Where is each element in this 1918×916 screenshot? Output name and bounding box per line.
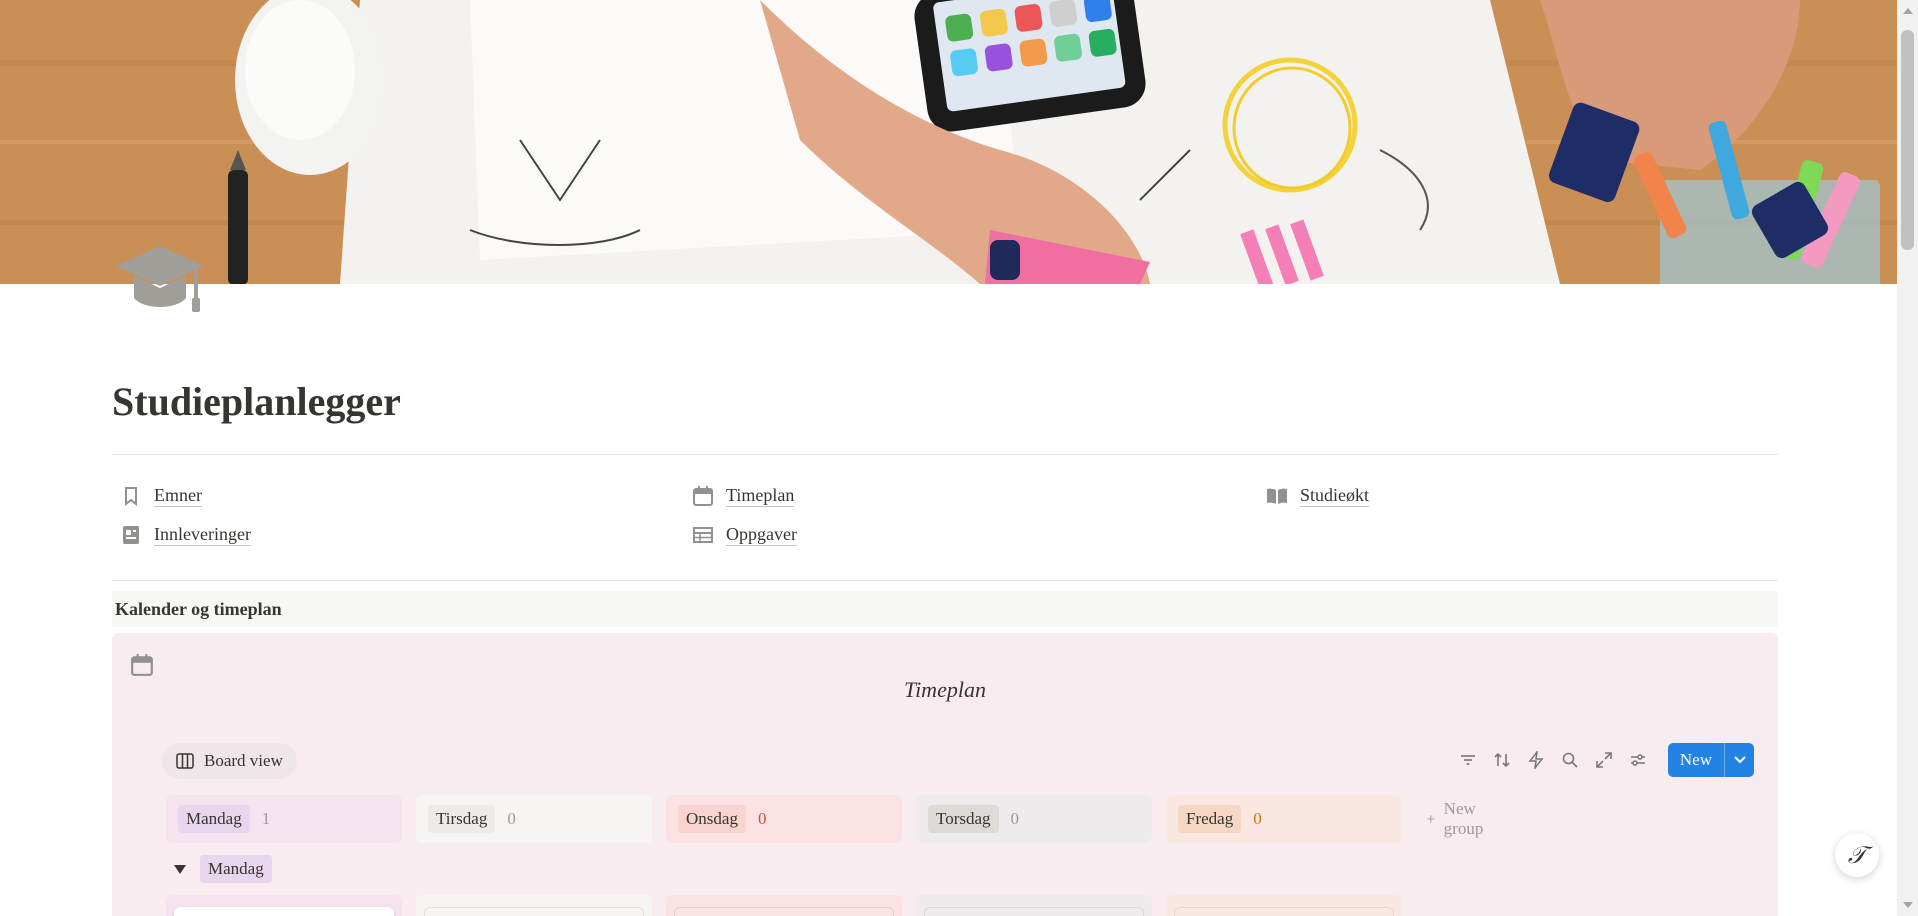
group-label: Torsdag <box>928 805 999 833</box>
timeplan-callout: Timeplan Board view New Mandag 1 Tirsdag… <box>112 633 1778 916</box>
group-mandag[interactable]: Mandag 1 <box>166 795 402 843</box>
empty-card-slot[interactable] <box>674 907 894 916</box>
link-label: Innleveringer <box>154 524 251 546</box>
page-title[interactable]: Studieplanlegger <box>112 378 401 425</box>
filter-icon[interactable] <box>1458 750 1478 770</box>
link-oppgaver[interactable]: Oppgaver <box>692 523 797 546</box>
link-label: Oppgaver <box>726 524 797 546</box>
group-count: 0 <box>507 809 516 828</box>
new-group-label: New group <box>1443 799 1484 838</box>
divider <box>112 580 1778 581</box>
chevron-down-icon[interactable] <box>1724 743 1754 777</box>
search-icon[interactable] <box>1560 750 1580 770</box>
settings-sliders-icon[interactable] <box>1628 750 1648 770</box>
group-count: 0 <box>1010 809 1020 828</box>
lane-tirsdag <box>416 895 652 916</box>
notion-page: Studieplanlegger Emner Timeplan Studieøk… <box>0 0 1918 916</box>
link-label: Timeplan <box>726 485 795 507</box>
subgroup-toggle[interactable]: Mandag <box>174 855 272 883</box>
lane-onsdag <box>666 895 902 916</box>
board-icon <box>176 753 194 769</box>
group-count: 0 <box>1253 809 1262 828</box>
group-count: 0 <box>757 809 767 828</box>
section-heading[interactable]: Kalender og timeplan <box>112 591 1778 627</box>
group-label: Onsdag <box>678 805 746 833</box>
table-icon <box>693 526 713 543</box>
notion-ai-button[interactable]: 𝒯 <box>1835 833 1879 877</box>
expand-icon[interactable] <box>1594 750 1614 770</box>
link-innleveringer[interactable]: Innleveringer <box>120 523 251 546</box>
lane-torsdag <box>916 895 1152 916</box>
subgroup-label: Mandag <box>200 855 272 883</box>
graduation-cap-icon[interactable] <box>114 240 206 320</box>
link-timeplan[interactable]: Timeplan <box>692 484 795 507</box>
bookmark-icon <box>125 486 137 506</box>
board-view-tab[interactable]: Board view <box>162 743 297 779</box>
link-emner[interactable]: Emner <box>120 484 202 507</box>
cover-illustration <box>0 0 1897 284</box>
group-fredag[interactable]: Fredag 0 <box>1166 795 1402 843</box>
link-label: Studieøkt <box>1300 485 1370 507</box>
page-scrollbar[interactable] <box>1897 0 1918 916</box>
scroll-up-arrow-icon[interactable] <box>1903 8 1913 14</box>
group-label: Tirsdag <box>428 805 496 833</box>
lane-fredag <box>1166 895 1402 916</box>
empty-card-slot[interactable] <box>1174 907 1394 916</box>
board-card[interactable] <box>174 907 394 916</box>
group-tirsdag[interactable]: Tirsdag 0 <box>416 795 652 843</box>
calendar-icon[interactable] <box>130 653 154 677</box>
group-label: Mandag <box>178 805 250 833</box>
cover-image[interactable] <box>0 0 1897 284</box>
divider <box>112 454 1778 455</box>
scrollbar-thumb[interactable] <box>1901 30 1914 250</box>
link-studieokt[interactable]: Studieøkt <box>1266 484 1370 507</box>
open-book-icon <box>1267 488 1287 504</box>
view-label: Board view <box>204 751 283 770</box>
sort-icon[interactable] <box>1492 750 1512 770</box>
group-label: Fredag <box>1178 805 1242 833</box>
new-group-button[interactable]: New group <box>1426 795 1490 843</box>
triangle-down-icon[interactable] <box>174 864 186 874</box>
empty-card-slot[interactable] <box>424 907 644 916</box>
group-count: 1 <box>261 809 271 828</box>
database-title[interactable]: Timeplan <box>112 677 1778 703</box>
lane-mandag <box>166 895 402 916</box>
notion-ai-icon: 𝒯 <box>1847 841 1867 869</box>
calendar-icon <box>693 485 713 506</box>
link-label: Emner <box>154 485 202 507</box>
scroll-down-arrow-icon[interactable] <box>1903 902 1913 908</box>
empty-card-slot[interactable] <box>924 907 1144 916</box>
group-torsdag[interactable]: Torsdag 0 <box>916 795 1152 843</box>
group-onsdag[interactable]: Onsdag 0 <box>666 795 902 843</box>
database-toolbar: New <box>1458 743 1754 777</box>
plus-icon <box>1427 815 1435 823</box>
automation-icon[interactable] <box>1526 750 1546 770</box>
new-button[interactable]: New <box>1667 743 1754 777</box>
document-icon <box>123 525 139 544</box>
new-button-label[interactable]: New <box>1668 743 1724 777</box>
